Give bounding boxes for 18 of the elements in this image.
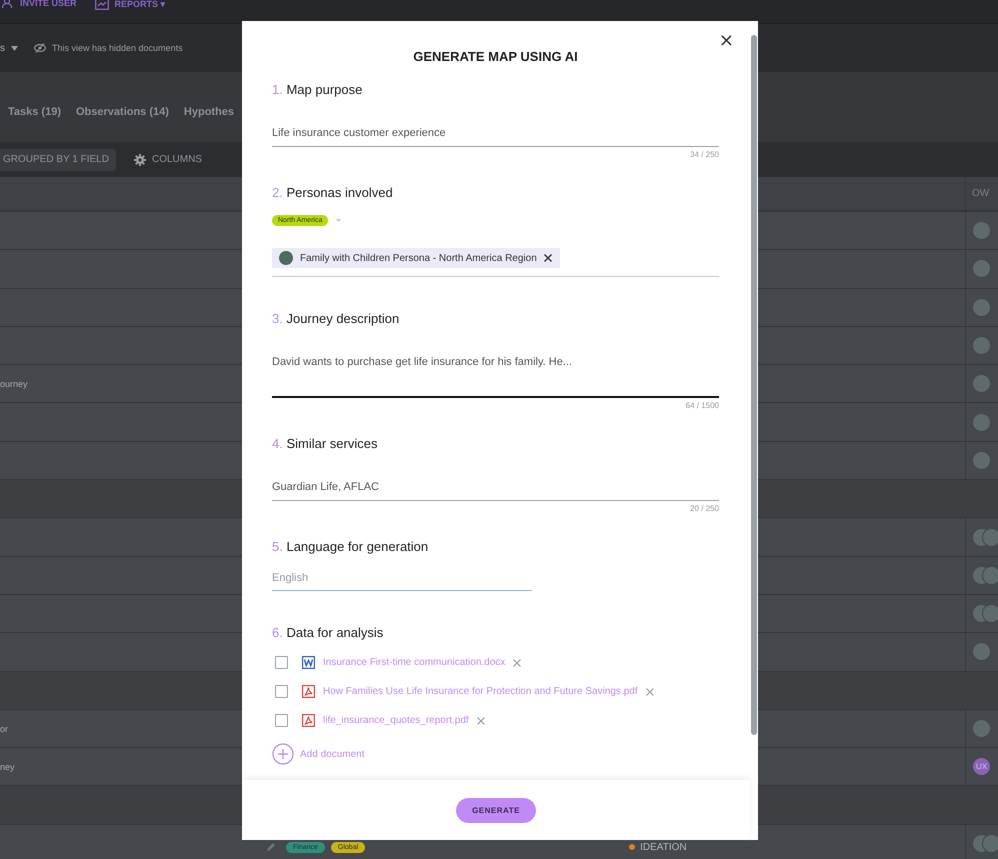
section-label: 4. Similar services: [272, 436, 378, 451]
row-title: ney: [0, 762, 15, 772]
section-label: 1. Map purpose: [272, 82, 364, 97]
section-label: 5. Language for generation: [272, 539, 430, 554]
persona-name: Family with Children Persona - North America Region: [300, 252, 537, 264]
section-label: 2. Personas involved: [272, 185, 394, 200]
avatar: UX: [972, 757, 991, 776]
character-counter: 20 / 250: [690, 504, 719, 513]
row-title: ourney: [0, 378, 28, 389]
hidden-documents-notice: This view has hidden documents: [52, 43, 183, 53]
status-label: IDEATION: [640, 842, 687, 853]
dialog-title: GENERATE MAP USING AI: [412, 49, 579, 64]
section-label: 6. Data for analysis: [272, 625, 384, 640]
row-title: or: [0, 724, 8, 734]
character-counter: 64 / 1500: [686, 401, 719, 410]
section-label: 3. Journey description: [272, 311, 400, 326]
character-counter: 34 / 250: [690, 150, 719, 159]
column-header: OW: [972, 188, 990, 199]
